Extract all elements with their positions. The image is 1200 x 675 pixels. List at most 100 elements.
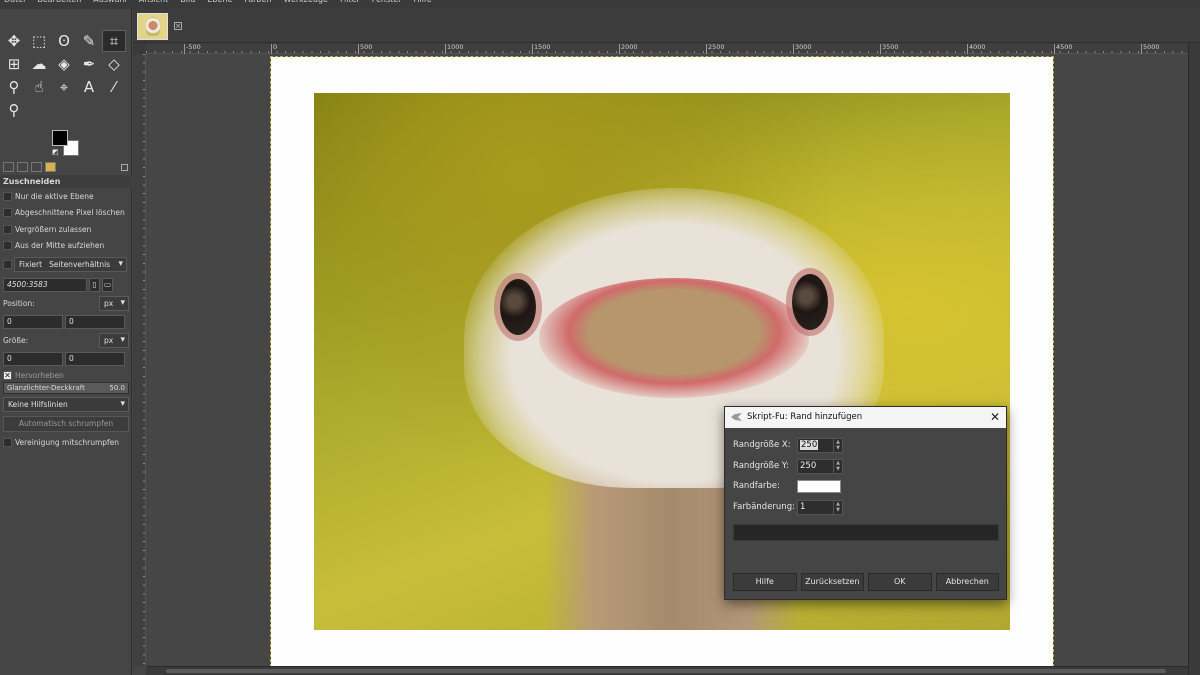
checkbox[interactable]: [3, 437, 12, 447]
ruler-tick: 3500: [880, 44, 899, 54]
menu-filters[interactable]: Filter: [340, 0, 360, 9]
close-icon[interactable]: ✕: [990, 407, 1000, 428]
menu-layer[interactable]: Ebene: [207, 0, 232, 9]
fixed-dropdown[interactable]: Fixiert Seitenverhältnis: [14, 257, 127, 272]
clone-icon[interactable]: ⚲: [2, 76, 26, 98]
image-tab-thumbnail[interactable]: [137, 13, 168, 40]
vertical-scrollbar[interactable]: [1188, 43, 1200, 675]
crop-icon[interactable]: ⌗: [102, 30, 126, 52]
lasso-icon[interactable]: ʘ: [52, 30, 76, 52]
unified-transform-icon[interactable]: ⊞: [2, 53, 26, 75]
portrait-icon[interactable]: ▯: [89, 277, 100, 292]
tab-device-status-icon[interactable]: [17, 162, 28, 172]
menu-colors[interactable]: Farben: [244, 0, 271, 9]
ruler-tick: 3000: [793, 44, 812, 54]
zoom-icon[interactable]: ⚲: [2, 99, 26, 121]
menu-windows[interactable]: Fenster: [372, 0, 402, 9]
border-size-y-input[interactable]: 250 ▲ ▼: [797, 458, 843, 474]
horizontal-scrollbar[interactable]: [146, 666, 1188, 675]
spin-arrows-icon[interactable]: ▲ ▼: [833, 438, 842, 452]
horizontal-ruler[interactable]: -500 0 500 1000 1500 2000 2500 3000 3500…: [146, 43, 1188, 54]
dock-tabs: [0, 162, 132, 174]
ruler-tick: 2500: [706, 44, 725, 54]
color-selector[interactable]: ◩: [52, 130, 80, 158]
color-delta-value: 1: [800, 501, 806, 512]
scrollbar-thumb[interactable]: [166, 669, 1166, 673]
landscape-icon[interactable]: ▭: [102, 277, 113, 292]
menu-file[interactable]: Datei: [4, 0, 25, 9]
ostrich-beak: [539, 278, 809, 398]
option-expand-from-center[interactable]: Aus der Mitte aufziehen: [0, 238, 132, 255]
text-icon[interactable]: A: [77, 76, 101, 98]
color-delta-input[interactable]: 1 ▲ ▼: [797, 499, 843, 515]
cancel-button[interactable]: Abbrechen: [935, 573, 999, 591]
dialog-titlebar[interactable]: Skript-Fu: Rand hinzufügen ✕: [725, 407, 1006, 428]
option-allow-growing[interactable]: Vergrößern zulassen: [0, 221, 132, 238]
paintbrush-icon[interactable]: ✒: [77, 53, 101, 75]
highlight-opacity-slider[interactable]: Glanzlichter-Deckkraft 50.0: [3, 382, 129, 394]
border-color-swatch[interactable]: [797, 479, 841, 493]
tab-tool-options-icon[interactable]: [3, 162, 14, 172]
position-y-input[interactable]: 0: [65, 314, 125, 329]
ok-button[interactable]: OK: [868, 573, 932, 591]
border-size-x-input[interactable]: 250 ▲ ▼: [797, 437, 843, 453]
checkbox[interactable]: [3, 191, 12, 201]
add-border-dialog: Skript-Fu: Rand hinzufügen ✕ Randgröße X…: [724, 406, 1007, 600]
fixed-checkbox[interactable]: [3, 260, 12, 269]
dialog-title: Skript-Fu: Rand hinzufügen: [747, 412, 863, 422]
menu-select[interactable]: Auswahl: [93, 0, 126, 9]
smudge-icon[interactable]: ☝: [27, 76, 51, 98]
option-active-layer[interactable]: Nur die aktive Ebene: [0, 188, 132, 205]
menu-help[interactable]: Hilfe: [413, 0, 431, 9]
position-unit-select[interactable]: px: [99, 295, 129, 311]
foreground-color[interactable]: [52, 130, 68, 146]
eraser-icon[interactable]: ◇: [102, 53, 126, 75]
border-size-y-row: Randgröße Y: 250 ▲ ▼: [733, 458, 843, 474]
slider-label: Glanzlichter-Deckkraft: [7, 384, 85, 392]
spin-arrows-icon[interactable]: ▲ ▼: [833, 500, 842, 514]
color-picker-icon[interactable]: ⁄: [102, 76, 126, 98]
toolbox: ✥ ⬚ ʘ ✎ ⌗ ⊞ ☁ ◈ ✒ ◇ ⚲ ☝ ⌖ A ⁄ ⚲ ◩ Zuschn…: [0, 9, 132, 675]
size-x-input[interactable]: 0: [3, 351, 63, 366]
dialog-buttons: Hilfe Zurücksetzen OK Abbrechen: [733, 573, 999, 591]
ruler-corner[interactable]: [133, 43, 146, 54]
checkbox[interactable]: [3, 224, 12, 234]
menu-image[interactable]: Bild: [180, 0, 195, 9]
menu-tools[interactable]: Werkzeuge: [284, 0, 328, 9]
rect-select-icon[interactable]: ⬚: [27, 30, 51, 52]
reset-button[interactable]: Zurücksetzen: [800, 573, 864, 591]
auto-shrink-button[interactable]: Automatisch schrumpfen: [3, 416, 129, 432]
reset-colors-icon[interactable]: ◩: [52, 148, 59, 156]
spin-arrows-icon[interactable]: ▲ ▼: [833, 459, 842, 473]
vertical-ruler[interactable]: [133, 54, 146, 666]
dock-menu-icon[interactable]: [121, 164, 128, 171]
option-delete-cropped[interactable]: Abgeschnittene Pixel löschen: [0, 205, 132, 222]
checkbox-checked[interactable]: ✕: [3, 370, 12, 380]
ruler-tick: -500: [184, 44, 201, 54]
size-unit-select[interactable]: px: [99, 332, 129, 348]
tab-undo-icon[interactable]: [31, 162, 42, 172]
close-icon[interactable]: ×: [174, 22, 182, 30]
option-shrink-merged[interactable]: Vereinigung mitschrumpfen: [0, 434, 132, 451]
move-icon[interactable]: ✥: [2, 30, 26, 52]
paths-icon[interactable]: ⌖: [52, 76, 76, 98]
fixed-label: Fixiert: [19, 260, 43, 269]
option-label: Abgeschnittene Pixel löschen: [15, 208, 125, 218]
ratio-input[interactable]: 4500:3583: [3, 277, 87, 292]
checkbox[interactable]: [3, 241, 12, 251]
menu-edit[interactable]: Bearbeiten: [37, 0, 81, 9]
position-x-input[interactable]: 0: [3, 314, 63, 329]
ruler-tick: 500: [358, 44, 372, 54]
checkbox[interactable]: [3, 208, 12, 218]
size-header: Größe: px: [0, 331, 132, 349]
help-button[interactable]: Hilfe: [733, 573, 797, 591]
fuzzy-select-icon[interactable]: ✎: [77, 30, 101, 52]
menu-view[interactable]: Ansicht: [139, 0, 169, 9]
bucket-fill-icon[interactable]: ◈: [52, 53, 76, 75]
size-y-input[interactable]: 0: [65, 351, 125, 366]
warp-icon[interactable]: ☁: [27, 53, 51, 75]
image-canvas[interactable]: [146, 54, 1188, 666]
tab-images-icon[interactable]: [45, 162, 56, 172]
guides-select[interactable]: Keine Hilfslinien: [3, 396, 129, 412]
option-highlight[interactable]: ✕ Hervorheben: [0, 368, 132, 382]
